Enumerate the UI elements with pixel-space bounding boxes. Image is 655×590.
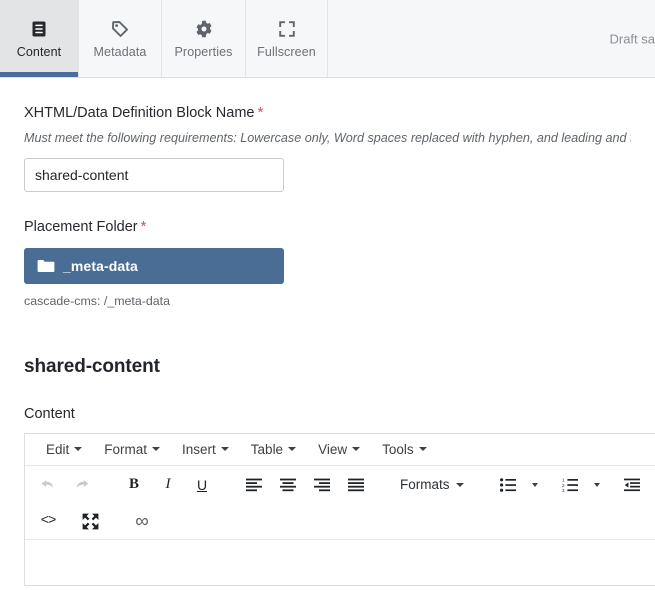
italic-glyph: I (165, 476, 171, 493)
placement-folder-label-text: Placement Folder (24, 219, 138, 236)
menu-format[interactable]: Format (93, 437, 171, 461)
source-code-icon[interactable]: <> (31, 507, 65, 535)
document-lines-icon (28, 18, 50, 40)
gear-icon (193, 18, 215, 40)
rich-text-editor: Edit Format Insert Table View Tools B I … (24, 432, 655, 586)
chevron-down-icon (418, 447, 427, 452)
chevron-down-icon (220, 447, 229, 452)
content-field-label: Content (24, 405, 75, 422)
tab-properties[interactable]: Properties (162, 0, 246, 77)
form-body: XHTML/Data Definition Block Name * Must m… (0, 104, 655, 586)
numbered-list-icon[interactable]: 1 2 3 (553, 471, 587, 499)
placement-folder-path: cascade-cms: /_meta-data (24, 293, 170, 308)
formats-dropdown[interactable]: Formats (391, 471, 473, 499)
menu-insert[interactable]: Insert (171, 437, 240, 461)
tab-bar-spacer: Draft sa (328, 0, 655, 77)
menu-edit[interactable]: Edit (35, 437, 93, 461)
align-left-icon[interactable] (237, 471, 271, 499)
page-title: shared-content (24, 355, 160, 377)
align-right-icon[interactable] (305, 471, 339, 499)
block-name-help-text: Must meet the following requirements: Lo… (24, 131, 631, 146)
tab-bar: Content Metadata Properties Fullscreen D… (0, 0, 655, 78)
menu-insert-label: Insert (182, 441, 216, 457)
chevron-down-icon (74, 447, 83, 452)
chevron-down-icon (455, 482, 464, 487)
menu-view[interactable]: View (307, 437, 371, 461)
align-center-icon[interactable] (271, 471, 305, 499)
bullet-list-options-icon[interactable] (525, 471, 545, 499)
draft-status-text: Draft sa (609, 31, 655, 46)
menu-tools-label: Tools (382, 441, 414, 457)
chevron-down-icon (152, 447, 161, 452)
required-asterisk: * (257, 104, 264, 121)
chevron-down-icon (352, 447, 361, 452)
menu-view-label: View (318, 441, 348, 457)
redo-icon[interactable] (65, 471, 99, 499)
undo-icon[interactable] (31, 471, 65, 499)
editor-content-area[interactable] (25, 539, 655, 585)
block-name-label-text: XHTML/Data Definition Block Name (24, 105, 255, 121)
bullet-list-icon[interactable] (491, 471, 525, 499)
editor-toolbar-row-1: B I U Formats 1 2 3 (25, 465, 655, 504)
infinity-glyph: ∞ (135, 510, 149, 532)
required-asterisk: * (140, 218, 147, 236)
chevron-down-icon (288, 447, 297, 452)
link-icon[interactable]: ∞ (125, 507, 159, 535)
outdent-icon[interactable] (615, 471, 649, 499)
tab-fullscreen-label: Fullscreen (257, 45, 316, 60)
tab-content[interactable]: Content (0, 0, 79, 77)
placement-folder-label: Placement Folder * (24, 218, 631, 236)
menu-format-label: Format (104, 441, 148, 457)
editor-menubar: Edit Format Insert Table View Tools (25, 433, 655, 466)
menu-tools[interactable]: Tools (371, 437, 438, 461)
bold-icon[interactable]: B (117, 471, 151, 499)
italic-icon[interactable]: I (151, 471, 185, 499)
tab-fullscreen[interactable]: Fullscreen (246, 0, 328, 77)
tab-metadata[interactable]: Metadata (79, 0, 162, 77)
chevron-down-icon (531, 482, 538, 487)
source-code-glyph: <> (40, 513, 57, 530)
menu-table-label: Table (250, 441, 284, 457)
chevron-down-icon (593, 482, 600, 487)
underline-glyph: U (196, 476, 208, 493)
bold-glyph: B (128, 476, 139, 493)
svg-text:3: 3 (562, 488, 565, 492)
formats-dropdown-label: Formats (400, 477, 450, 493)
block-name-input[interactable] (24, 158, 284, 193)
editor-page: Content Metadata Properties Fullscreen D… (0, 0, 655, 590)
placement-folder-chip-label: _meta-data (63, 257, 138, 274)
placement-folder-chip[interactable]: _meta-data (24, 247, 284, 284)
numbered-list-options-icon[interactable] (587, 471, 607, 499)
tab-metadata-label: Metadata (93, 45, 147, 60)
expand-corners-icon (276, 18, 298, 40)
folder-icon (37, 258, 55, 273)
menu-edit-label: Edit (46, 441, 70, 457)
editor-toolbar-row-2: <> ∞ (25, 503, 655, 540)
block-name-label: XHTML/Data Definition Block Name * (24, 104, 631, 122)
indent-icon[interactable] (649, 471, 655, 499)
fullscreen-icon[interactable] (73, 507, 107, 535)
tag-icon (109, 18, 131, 40)
tab-content-label: Content (16, 45, 62, 60)
underline-icon[interactable]: U (185, 471, 219, 499)
menu-table[interactable]: Table (240, 437, 307, 461)
align-justify-icon[interactable] (339, 471, 373, 499)
tab-properties-label: Properties (174, 45, 233, 60)
